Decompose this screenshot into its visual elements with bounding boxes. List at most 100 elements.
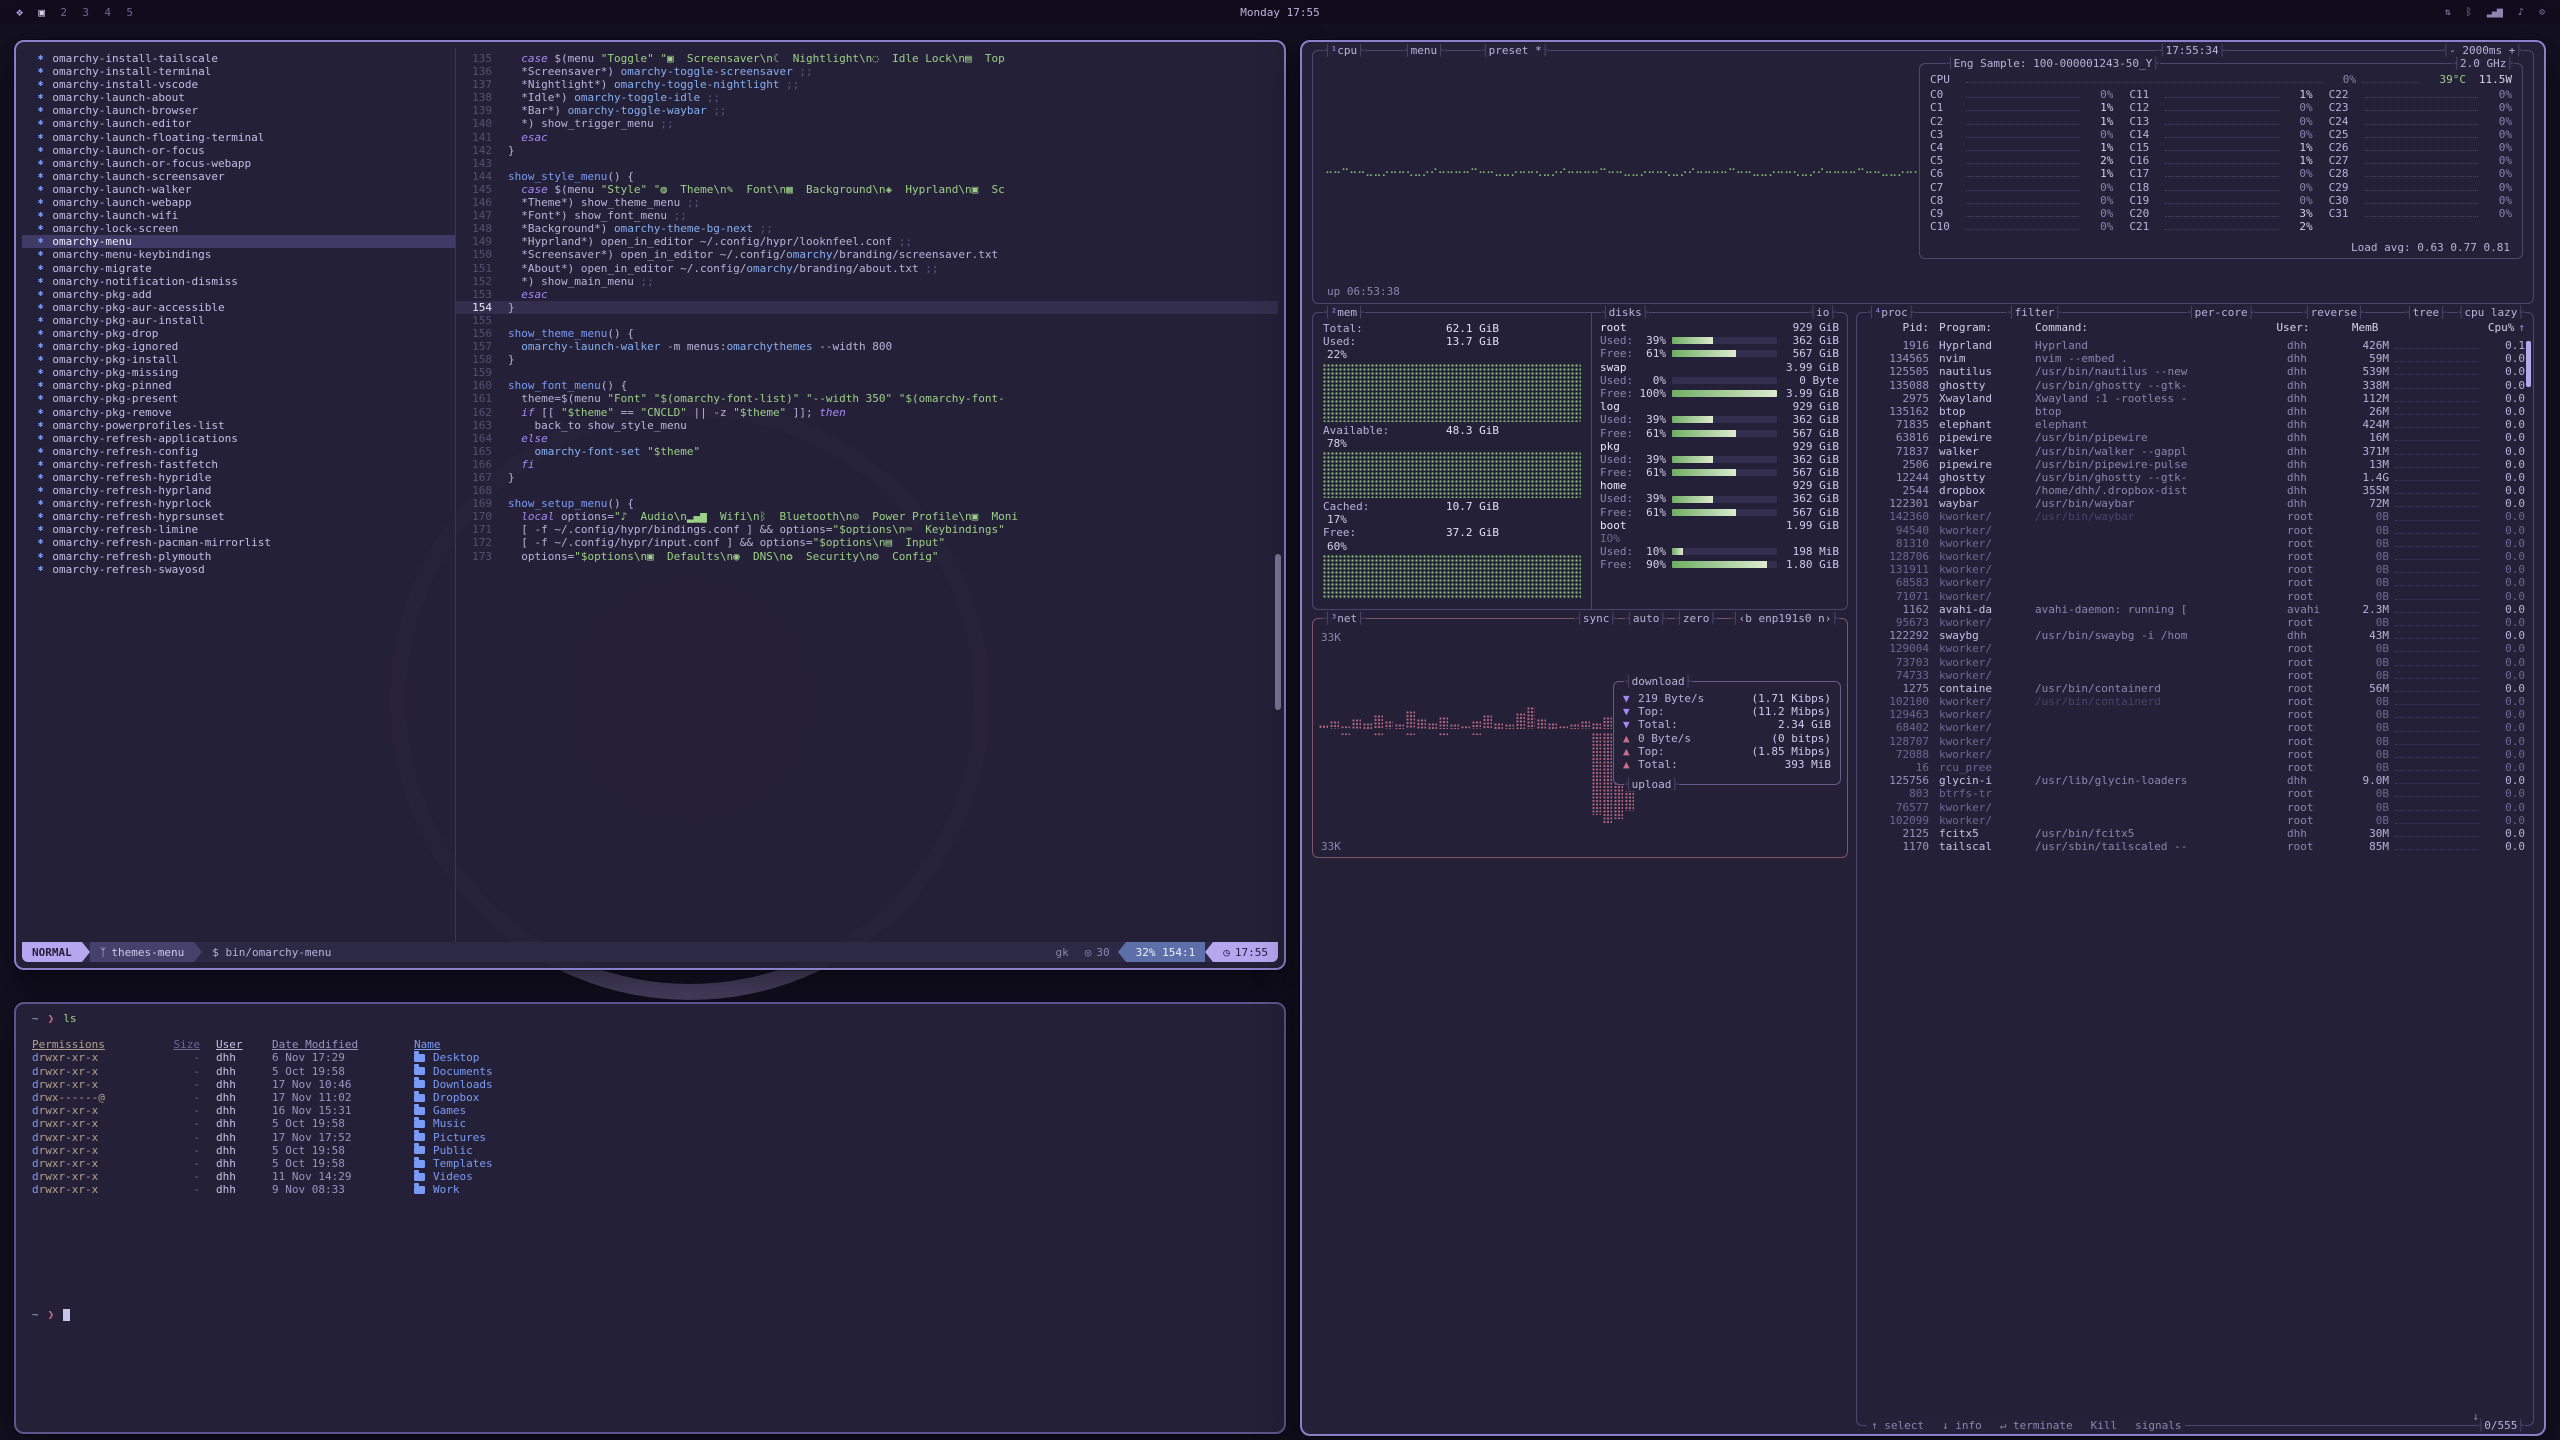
file-item[interactable]: ✱omarchy-refresh-hyprlock	[38, 497, 455, 510]
code-line[interactable]: 157 omarchy-launch-walker -m menus:omarc…	[456, 340, 1278, 353]
network-icon[interactable]: ⇅	[2445, 7, 2450, 18]
bluetooth-icon[interactable]: ᛒ	[2466, 7, 2471, 18]
process-row[interactable]: 68402kworker/root0B0.0	[1865, 721, 2525, 734]
process-row[interactable]: 81310kworker/root0B0.0	[1865, 537, 2525, 550]
code-line[interactable]: 163 back_to show_style_menu	[456, 419, 1278, 432]
process-row[interactable]: 135162btopbtopdhh26M0.0	[1865, 405, 2525, 418]
wifi-icon[interactable]: ▂▄▆	[2487, 7, 2502, 18]
code-line[interactable]: 144show_style_menu() {	[456, 170, 1278, 183]
proc-tab[interactable]: ⁴proc	[1867, 306, 1915, 319]
workspace-4[interactable]: 4	[101, 6, 114, 19]
editor-scrollbar[interactable]	[1275, 554, 1281, 710]
process-row[interactable]: 16rcu_preeroot0B0.0	[1865, 761, 2525, 774]
process-row[interactable]: 131911kworker/root0B0.0	[1865, 563, 2525, 576]
code-line[interactable]: 156show_theme_menu() {	[456, 327, 1278, 340]
file-item[interactable]: ✱omarchy-launch-or-focus-webapp	[38, 157, 455, 170]
net-sync-toggle[interactable]: sync	[1575, 612, 1617, 625]
file-item[interactable]: ✱omarchy-migrate	[38, 262, 455, 275]
process-row[interactable]: 129463kworker/root0B0.0	[1865, 708, 2525, 721]
file-item[interactable]: ✱omarchy-pkg-missing	[38, 366, 455, 379]
file-item[interactable]: ✱omarchy-launch-browser	[38, 104, 455, 117]
process-row[interactable]: 134565nvimnvim --embed .dhh59M0.0	[1865, 352, 2525, 365]
process-row[interactable]: 95673kworker/root0B0.0	[1865, 616, 2525, 629]
process-row[interactable]: 71071kworker/root0B0.0	[1865, 590, 2525, 603]
process-row[interactable]: 803btrfs-trroot0B0.0	[1865, 787, 2525, 800]
process-row[interactable]: 2975XwaylandXwayland :1 -rootless -dhh11…	[1865, 392, 2525, 405]
file-item[interactable]: ✱omarchy-launch-editor	[38, 117, 455, 130]
process-row[interactable]: 142360kworker//usr/bin/waybarroot0B0.0	[1865, 510, 2525, 523]
workspace-5[interactable]: 5	[123, 6, 136, 19]
process-row[interactable]: 1162avahi-daavahi-daemon: running [avahi…	[1865, 603, 2525, 616]
file-item[interactable]: ✱omarchy-pkg-drop	[38, 327, 455, 340]
reverse-toggle[interactable]: reverse	[2303, 306, 2365, 319]
cpu-tab[interactable]: ¹cpu	[1323, 44, 1365, 57]
file-item[interactable]: ✱omarchy-refresh-hyprsunset	[38, 510, 455, 523]
footer-key[interactable]: ↵ terminate	[2000, 1419, 2073, 1432]
file-item[interactable]: ✱omarchy-pkg-aur-accessible	[38, 301, 455, 314]
process-row[interactable]: 71837walker/usr/bin/walker --gappldhh371…	[1865, 445, 2525, 458]
code-line[interactable]: 164 else	[456, 432, 1278, 445]
file-item[interactable]: ✱omarchy-refresh-fastfetch	[38, 458, 455, 471]
process-row[interactable]: 72088kworker/root0B0.0	[1865, 748, 2525, 761]
column-header[interactable]: User:	[2276, 321, 2332, 335]
process-row[interactable]: 102099kworker/root0B0.0	[1865, 814, 2525, 827]
power-icon[interactable]: ⊙	[2539, 7, 2544, 18]
net-interface-selector[interactable]: ‹b enp191s0 n›	[1731, 612, 1839, 625]
process-row[interactable]: 68583kworker/root0B0.0	[1865, 576, 2525, 589]
file-item[interactable]: ✱omarchy-powerprofiles-list	[38, 419, 455, 432]
file-item[interactable]: ✱omarchy-menu-keybindings	[38, 248, 455, 261]
column-header[interactable]: MemB	[2332, 321, 2378, 335]
process-scrollbar[interactable]	[2526, 341, 2531, 387]
code-line[interactable]: 146 *Theme*) show_theme_menu ;;	[456, 196, 1278, 209]
net-zero-toggle[interactable]: zero	[1675, 612, 1717, 625]
file-item[interactable]: ✱omarchy-notification-dismiss	[38, 275, 455, 288]
file-item[interactable]: ✱omarchy-refresh-limine	[38, 523, 455, 536]
file-item[interactable]: ✱omarchy-menu	[22, 235, 455, 248]
file-item[interactable]: ✱omarchy-refresh-hyprland	[38, 484, 455, 497]
file-item[interactable]: ✱omarchy-launch-walker	[38, 183, 455, 196]
process-row[interactable]: 2125fcitx5/usr/bin/fcitx5dhh30M0.0	[1865, 827, 2525, 840]
file-item[interactable]: ✱omarchy-install-terminal	[38, 65, 455, 78]
file-item[interactable]: ✱omarchy-launch-screensaver	[38, 170, 455, 183]
code-line[interactable]: 159	[456, 366, 1278, 379]
code-line[interactable]: 169show_setup_menu() {	[456, 497, 1278, 510]
code-line[interactable]: 165 omarchy-font-set "$theme"	[456, 445, 1278, 458]
file-item[interactable]: ✱omarchy-refresh-plymouth	[38, 550, 455, 563]
process-row[interactable]: 71835elephantelephantdhh424M0.0	[1865, 418, 2525, 431]
file-item[interactable]: ✱omarchy-pkg-ignored	[38, 340, 455, 353]
code-line[interactable]: 170 local options="♪ Audio\n▂▄▆ Wifi\nᛒ …	[456, 510, 1278, 523]
file-item[interactable]: ✱omarchy-refresh-config	[38, 445, 455, 458]
per-core-toggle[interactable]: per-core	[2187, 306, 2255, 319]
code-line[interactable]: 152 *) show_main_menu ;;	[456, 275, 1278, 288]
file-item[interactable]: ✱omarchy-install-tailscale	[38, 52, 455, 65]
code-line[interactable]: 143	[456, 157, 1278, 170]
file-item[interactable]: ✱omarchy-pkg-present	[38, 392, 455, 405]
column-header[interactable]: Cpu%	[2474, 321, 2514, 335]
column-header[interactable]: Pid:	[1865, 321, 1929, 335]
process-row[interactable]: 129004kworker/root0B0.0	[1865, 642, 2525, 655]
filter-button[interactable]: filter	[2007, 306, 2062, 319]
menu-button[interactable]: menu	[1403, 44, 1445, 57]
mem-tab[interactable]: ²mem	[1323, 306, 1365, 319]
workspace-1[interactable]: ▣	[35, 6, 48, 19]
net-auto-toggle[interactable]: auto	[1625, 612, 1667, 625]
process-row[interactable]: 2506pipewire/usr/bin/pipewire-pulsedhh13…	[1865, 458, 2525, 471]
file-item[interactable]: ✱omarchy-pkg-remove	[38, 406, 455, 419]
process-row[interactable]: 76577kworker/root0B0.0	[1865, 801, 2525, 814]
code-line[interactable]: 142}	[456, 144, 1278, 157]
file-item[interactable]: ✱omarchy-refresh-pacman-mirrorlist	[38, 536, 455, 549]
process-row[interactable]: 128706kworker/root0B0.0	[1865, 550, 2525, 563]
file-item[interactable]: ✱omarchy-launch-webapp	[38, 196, 455, 209]
process-row[interactable]: 125756glycin-i/usr/lib/glycin-loadersdhh…	[1865, 774, 2525, 787]
code-line[interactable]: 171 [ -f ~/.config/hypr/bindings.conf ] …	[456, 523, 1278, 536]
net-tab[interactable]: ³net	[1323, 612, 1365, 625]
code-line[interactable]: 173 options="$options\n▣ Defaults\n◉ DNS…	[456, 550, 1278, 563]
workspace-3[interactable]: 3	[79, 6, 92, 19]
file-item[interactable]: ✱omarchy-refresh-hypridle	[38, 471, 455, 484]
process-row[interactable]: 102100kworker//usr/bin/containerdroot0B0…	[1865, 695, 2525, 708]
code-line[interactable]: 151 *About*) open_in_editor ~/.config/om…	[456, 262, 1278, 275]
tree-toggle[interactable]: tree	[2405, 306, 2447, 319]
preset-button[interactable]: preset *	[1481, 44, 1549, 57]
code-line[interactable]: 172 [ -f ~/.config/hypr/input.conf ] && …	[456, 536, 1278, 549]
code-line[interactable]: 138 *Idle*) omarchy-toggle-idle ;;	[456, 91, 1278, 104]
